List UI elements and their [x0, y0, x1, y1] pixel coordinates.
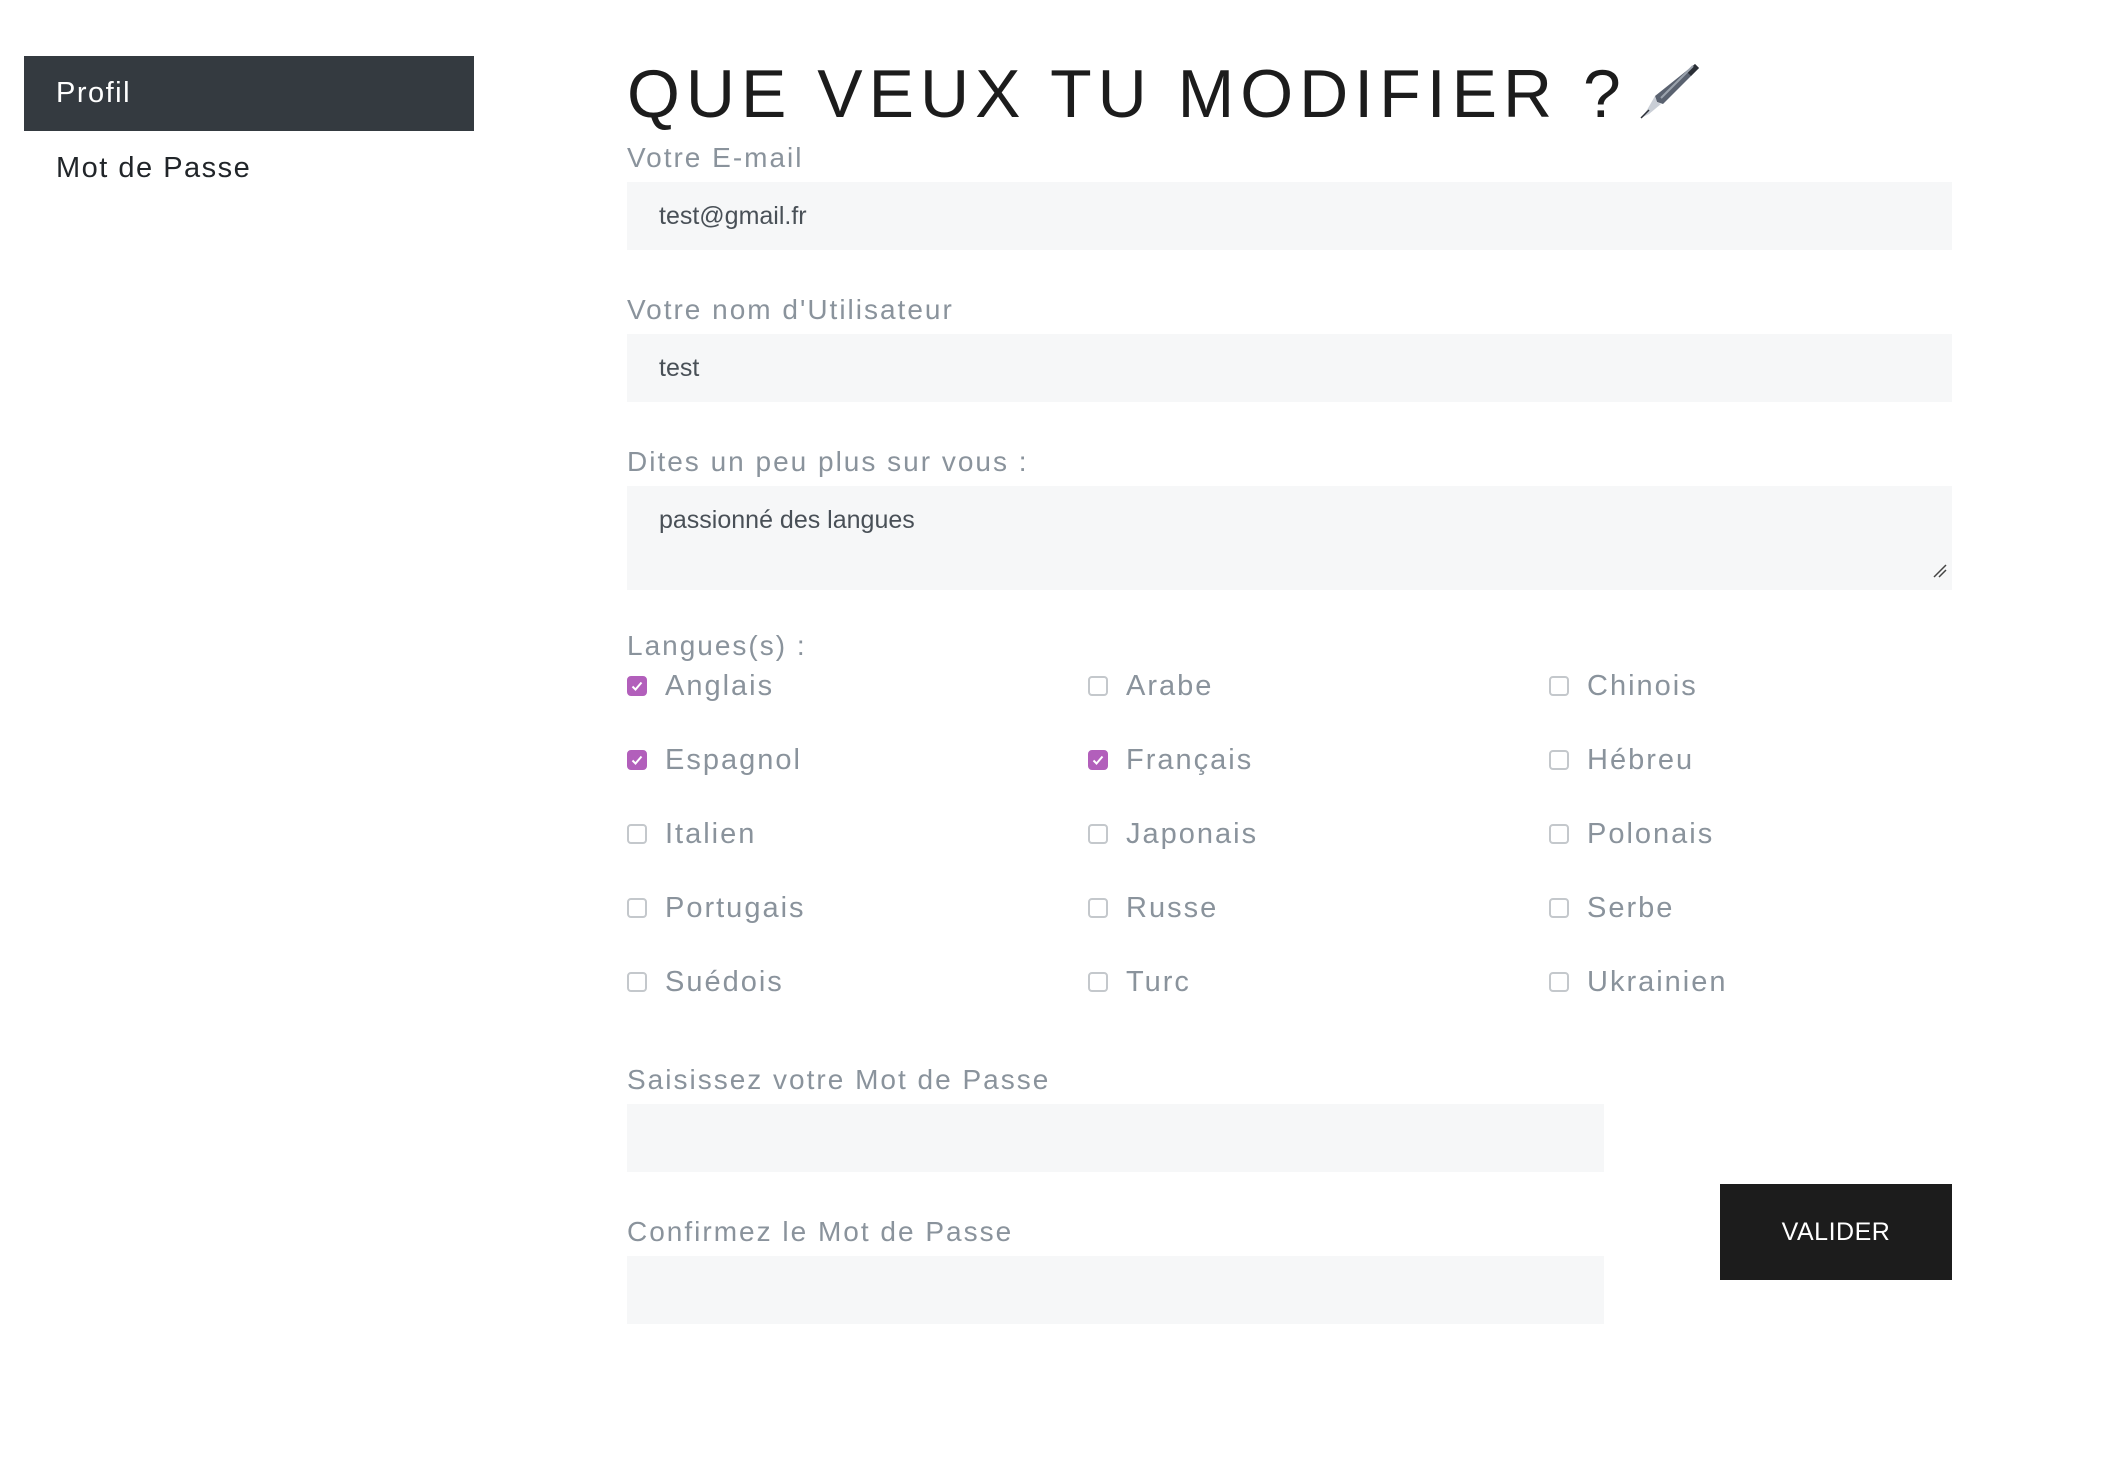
sidebar-item-mot-de-passe[interactable]: Mot de Passe — [24, 131, 474, 206]
email-label: Votre E-mail — [627, 142, 804, 173]
checkbox-empty-icon — [627, 824, 647, 844]
language-checkbox-francais[interactable]: Français — [1088, 736, 1549, 784]
language-checkbox-japonais[interactable]: Japonais — [1088, 810, 1549, 858]
checkbox-checked-icon — [627, 750, 647, 770]
language-checkbox-suedois[interactable]: Suédois — [627, 958, 1088, 1006]
checkbox-empty-icon — [1088, 676, 1108, 696]
languages-grid: Anglais Arabe Chinois Espagnol Français … — [627, 662, 1952, 1032]
checkbox-empty-icon — [1549, 676, 1569, 696]
checkbox-empty-icon — [1549, 750, 1569, 770]
confirm-password-field[interactable] — [627, 1256, 1604, 1324]
checkbox-empty-icon — [627, 972, 647, 992]
language-checkbox-hebreu[interactable]: Hébreu — [1549, 736, 1952, 784]
email-field[interactable]: test@gmail.fr — [627, 182, 1952, 250]
language-label: Suédois — [665, 965, 784, 998]
checkbox-empty-icon — [1088, 972, 1108, 992]
bio-text: passionné des langues — [659, 506, 915, 534]
language-checkbox-turc[interactable]: Turc — [1088, 958, 1549, 1006]
language-label: Chinois — [1587, 669, 1698, 702]
profile-form: QUE VEUX TU MODIFIER ? Votre E-mail test… — [627, 52, 1952, 1324]
language-checkbox-polonais[interactable]: Polonais — [1549, 810, 1952, 858]
username-label: Votre nom d'Utilisateur — [627, 294, 954, 325]
checkbox-empty-icon — [1549, 898, 1569, 918]
language-label: Anglais — [665, 669, 775, 702]
language-label: Français — [1126, 743, 1254, 776]
checkbox-checked-icon — [1088, 750, 1108, 770]
language-checkbox-arabe[interactable]: Arabe — [1088, 662, 1549, 710]
checkbox-empty-icon — [1549, 972, 1569, 992]
language-label: Ukrainien — [1587, 965, 1728, 998]
password-field[interactable] — [627, 1104, 1604, 1172]
language-label: Serbe — [1587, 891, 1675, 924]
language-checkbox-serbe[interactable]: Serbe — [1549, 884, 1952, 932]
resize-grip-icon[interactable] — [1932, 557, 1948, 586]
checkbox-checked-icon — [627, 676, 647, 696]
checkbox-empty-icon — [1088, 824, 1108, 844]
language-label: Italien — [665, 817, 757, 850]
language-checkbox-italien[interactable]: Italien — [627, 810, 1088, 858]
sidebar: Profil Mot de Passe — [24, 56, 474, 206]
languages-label: Langues(s) : — [627, 630, 807, 661]
checkbox-empty-icon — [1549, 824, 1569, 844]
language-checkbox-anglais[interactable]: Anglais — [627, 662, 1088, 710]
bio-label: Dites un peu plus sur vous : — [627, 446, 1029, 477]
language-label: Russe — [1126, 891, 1219, 924]
language-label: Portugais — [665, 891, 806, 924]
page-title: QUE VEUX TU MODIFIER ? — [627, 52, 1952, 136]
language-label: Japonais — [1126, 817, 1259, 850]
language-label: Turc — [1126, 965, 1191, 998]
language-checkbox-chinois[interactable]: Chinois — [1549, 662, 1952, 710]
language-label: Espagnol — [665, 743, 802, 776]
language-checkbox-russe[interactable]: Russe — [1088, 884, 1549, 932]
fountain-pen-icon — [1637, 57, 1701, 141]
language-checkbox-ukrainien[interactable]: Ukrainien — [1549, 958, 1952, 1006]
submit-button[interactable]: VALIDER — [1720, 1184, 1952, 1280]
language-checkbox-portugais[interactable]: Portugais — [627, 884, 1088, 932]
checkbox-empty-icon — [627, 898, 647, 918]
language-label: Polonais — [1587, 817, 1715, 850]
bio-textarea[interactable]: passionné des langues — [627, 486, 1952, 590]
sidebar-item-profil[interactable]: Profil — [24, 56, 474, 131]
language-label: Arabe — [1126, 669, 1214, 702]
password-label: Saisissez votre Mot de Passe — [627, 1064, 1051, 1095]
username-field[interactable]: test — [627, 334, 1952, 402]
language-label: Hébreu — [1587, 743, 1695, 776]
language-checkbox-espagnol[interactable]: Espagnol — [627, 736, 1088, 784]
checkbox-empty-icon — [1088, 898, 1108, 918]
page-title-text: QUE VEUX TU MODIFIER ? — [627, 56, 1627, 132]
